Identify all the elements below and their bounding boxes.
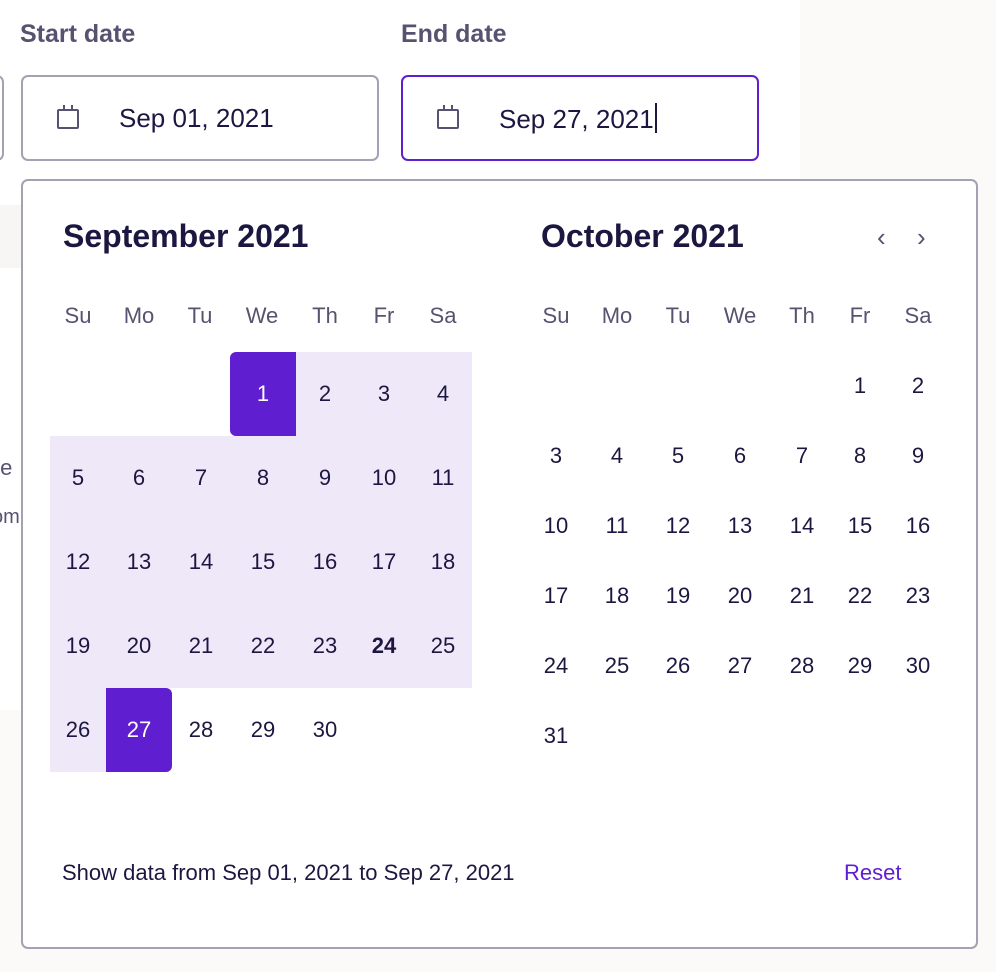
sep-day-2[interactable]: 2 — [296, 352, 354, 436]
weekday-header: We — [723, 303, 757, 328]
sep-day-16[interactable]: 16 — [296, 520, 354, 604]
oct-day-21[interactable]: 21 — [772, 561, 832, 631]
weekday-header: Tu — [665, 303, 691, 328]
sep-day-26[interactable]: 26 — [50, 688, 106, 772]
previous-input[interactable] — [0, 75, 4, 161]
oct-day-25[interactable]: 25 — [587, 631, 647, 701]
weekday-header: Th — [312, 303, 338, 328]
oct-day-3[interactable]: 3 — [526, 421, 586, 491]
oct-day-12[interactable]: 12 — [648, 491, 708, 561]
sep-day-21[interactable]: 21 — [172, 604, 230, 688]
sep-day-20[interactable]: 20 — [106, 604, 172, 688]
obscured-text: te — [0, 455, 13, 480]
sep-day-18[interactable]: 18 — [414, 520, 472, 604]
sep-day-9[interactable]: 9 — [296, 436, 354, 520]
sep-day-8[interactable]: 8 — [230, 436, 296, 520]
sep-day-11[interactable]: 11 — [414, 436, 472, 520]
reset-button[interactable]: Reset — [844, 860, 901, 886]
sep-day-30[interactable]: 30 — [296, 688, 354, 772]
weekday-header: Mo — [123, 303, 155, 328]
weekday-header: Fr — [849, 303, 871, 328]
sep-day-1[interactable]: 1 — [230, 352, 296, 436]
weekday-header: Tu — [187, 303, 213, 328]
sep-day-14[interactable]: 14 — [172, 520, 230, 604]
oct-day-8[interactable]: 8 — [830, 421, 890, 491]
sep-day-19[interactable]: 19 — [50, 604, 106, 688]
range-summary: Show data from Sep 01, 2021 to Sep 27, 2… — [62, 860, 515, 885]
sep-day-3[interactable]: 3 — [354, 352, 414, 436]
start-date-label: Start date — [20, 20, 136, 48]
oct-day-16[interactable]: 16 — [888, 491, 948, 561]
oct-day-18[interactable]: 18 — [587, 561, 647, 631]
oct-day-5[interactable]: 5 — [648, 421, 708, 491]
oct-day-4[interactable]: 4 — [587, 421, 647, 491]
oct-day-10[interactable]: 10 — [526, 491, 586, 561]
oct-day-24[interactable]: 24 — [526, 631, 586, 701]
oct-day-22[interactable]: 22 — [830, 561, 890, 631]
oct-day-23[interactable]: 23 — [888, 561, 948, 631]
oct-day-13[interactable]: 13 — [710, 491, 770, 561]
oct-day-14[interactable]: 14 — [772, 491, 832, 561]
oct-day-31[interactable]: 31 — [526, 701, 586, 771]
oct-day-17[interactable]: 17 — [526, 561, 586, 631]
text-caret — [654, 103, 657, 133]
weekday-header: Su — [64, 303, 92, 328]
sep-day-29[interactable]: 29 — [230, 688, 296, 772]
start-date-input[interactable]: Sep 01, 2021 — [21, 75, 379, 161]
sep-day-10[interactable]: 10 — [354, 436, 414, 520]
oct-day-1[interactable]: 1 — [830, 351, 890, 421]
end-date-value: Sep 27, 2021 — [499, 103, 657, 135]
sep-day-13[interactable]: 13 — [106, 520, 172, 604]
month-title-october: October 2021 — [541, 218, 744, 254]
sep-day-24[interactable]: 24 — [354, 604, 414, 688]
end-date-input[interactable]: Sep 27, 2021 — [401, 75, 759, 161]
sep-day-22[interactable]: 22 — [230, 604, 296, 688]
oct-day-9[interactable]: 9 — [888, 421, 948, 491]
calendar-icon — [437, 105, 459, 129]
sep-day-15[interactable]: 15 — [230, 520, 296, 604]
oct-day-27[interactable]: 27 — [710, 631, 770, 701]
weekday-header: Fr — [373, 303, 395, 328]
weekday-header: Su — [542, 303, 570, 328]
calendar-icon — [57, 105, 79, 129]
oct-day-11[interactable]: 11 — [587, 491, 647, 561]
weekday-header: Mo — [601, 303, 633, 328]
start-date-value: Sep 01, 2021 — [119, 103, 274, 133]
prev-month-button[interactable]: ‹ — [877, 222, 886, 253]
sep-day-12[interactable]: 12 — [50, 520, 106, 604]
obscured-text: om — [0, 506, 20, 528]
oct-day-6[interactable]: 6 — [710, 421, 770, 491]
sep-day-25[interactable]: 25 — [414, 604, 472, 688]
sep-day-5[interactable]: 5 — [50, 436, 106, 520]
weekday-header: Sa — [429, 303, 457, 328]
oct-day-7[interactable]: 7 — [772, 421, 832, 491]
oct-day-30[interactable]: 30 — [888, 631, 948, 701]
sep-day-28[interactable]: 28 — [172, 688, 230, 772]
oct-day-28[interactable]: 28 — [772, 631, 832, 701]
oct-day-2[interactable]: 2 — [888, 351, 948, 421]
sep-day-4[interactable]: 4 — [414, 352, 472, 436]
weekday-header: We — [245, 303, 279, 328]
end-date-label: End date — [401, 20, 507, 48]
sep-day-23[interactable]: 23 — [296, 604, 354, 688]
weekday-header: Th — [789, 303, 815, 328]
oct-day-20[interactable]: 20 — [710, 561, 770, 631]
sep-day-27[interactable]: 27 — [106, 688, 172, 772]
oct-day-15[interactable]: 15 — [830, 491, 890, 561]
next-month-button[interactable]: › — [917, 222, 926, 253]
oct-day-26[interactable]: 26 — [648, 631, 708, 701]
sep-day-17[interactable]: 17 — [354, 520, 414, 604]
sep-day-6[interactable]: 6 — [106, 436, 172, 520]
oct-day-19[interactable]: 19 — [648, 561, 708, 631]
sep-day-7[interactable]: 7 — [172, 436, 230, 520]
oct-day-29[interactable]: 29 — [830, 631, 890, 701]
weekday-header: Sa — [904, 303, 932, 328]
month-title-september: September 2021 — [63, 218, 309, 254]
end-date-text: Sep 27, 2021 — [499, 104, 654, 134]
